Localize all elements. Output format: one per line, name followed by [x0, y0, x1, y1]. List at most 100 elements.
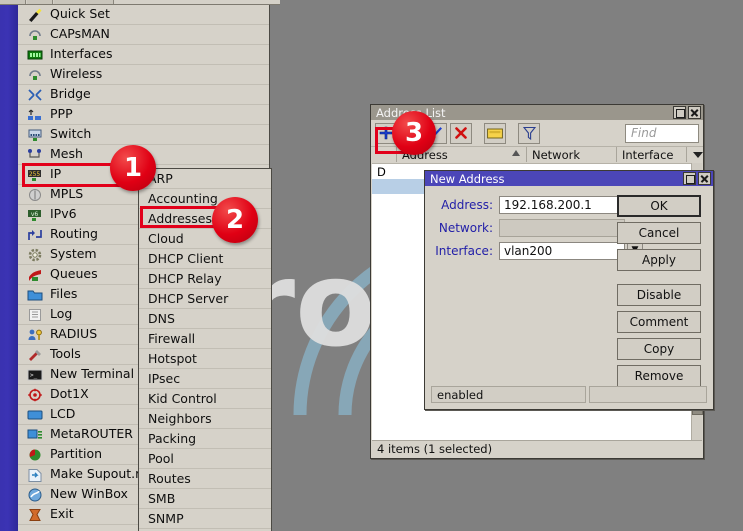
menu-item-wireless[interactable]: Wireless — [18, 65, 269, 85]
network-field-row: Network: — [431, 218, 643, 237]
comment-button[interactable]: Comment — [617, 311, 701, 333]
address-list-status: 4 items (1 selected) — [372, 440, 702, 457]
disable-button[interactable] — [450, 123, 472, 144]
cancel-button[interactable]: Cancel — [617, 222, 701, 244]
menu-item-label: Queues — [50, 268, 98, 281]
column-menu-button[interactable] — [687, 147, 703, 162]
new-winbox-icon — [26, 487, 43, 502]
menu-item-label: CAPsMAN — [50, 28, 110, 41]
ip-submenu-item-snmp[interactable]: SNMP — [139, 509, 271, 529]
menu-item-label: PPP — [50, 108, 73, 121]
ip-submenu-item-label: Firewall — [148, 331, 195, 346]
search-input[interactable]: Find — [625, 124, 699, 143]
ip-submenu-item-neighbors[interactable]: Neighbors — [139, 409, 271, 429]
ip-submenu-item-label: DHCP Server — [148, 291, 228, 306]
routing-icon — [26, 227, 43, 242]
ip-submenu-item-firewall[interactable]: Firewall — [139, 329, 271, 349]
address-value: 192.168.200.1 — [504, 198, 592, 212]
menu-item-label: IP — [50, 168, 61, 181]
ip-submenu-item-pool[interactable]: Pool — [139, 449, 271, 469]
dot1x-icon — [26, 387, 43, 402]
radius-user-icon — [26, 327, 43, 342]
ip-submenu-item-dns[interactable]: DNS — [139, 309, 271, 329]
copy-button[interactable]: Copy — [617, 338, 701, 360]
menu-item-label: Files — [50, 288, 77, 301]
mpls-icon — [26, 187, 43, 202]
interface-value: vlan200 — [504, 244, 552, 258]
svg-text:v6: v6 — [30, 211, 38, 218]
menu-item-label: Quick Set — [50, 8, 110, 21]
ppp-icon — [26, 107, 43, 122]
ip-submenu-item-dhcp-relay[interactable]: DHCP Relay — [139, 269, 271, 289]
status-text: enabled — [437, 388, 483, 402]
ip-submenu-item-label: Kid Control — [148, 391, 217, 406]
menu-item-label: Wireless — [50, 68, 102, 81]
ip-submenu-item-label: Hotspot — [148, 351, 197, 366]
new-address-dialog[interactable]: New Address Address: 192.168.200.1 Netwo… — [424, 170, 714, 410]
new-address-title: New Address — [430, 172, 681, 186]
ip-submenu-item-arp[interactable]: ARP — [139, 169, 271, 189]
disable-button[interactable]: Disable — [617, 284, 701, 306]
ip-submenu-item-label: DHCP Client — [148, 251, 223, 266]
ip-submenu-item-dhcp-server[interactable]: DHCP Server — [139, 289, 271, 309]
network-input[interactable] — [499, 219, 625, 237]
new-address-titlebar[interactable]: New Address — [425, 171, 713, 186]
ip-submenu-item-kid-control[interactable]: Kid Control — [139, 389, 271, 409]
interface-input[interactable]: vlan200 — [499, 242, 625, 260]
close-icon[interactable] — [688, 106, 701, 119]
magic-wand-icon — [26, 7, 43, 22]
menu-item-label: New WinBox — [50, 488, 128, 501]
mesh-icon — [26, 147, 43, 162]
ok-button[interactable]: OK — [617, 195, 701, 217]
ip-submenu-item-dhcp-client[interactable]: DHCP Client — [139, 249, 271, 269]
antenna-icon — [26, 27, 43, 42]
menu-item-ppp[interactable]: PPP — [18, 105, 269, 125]
ip-submenu-item-label: Pool — [148, 451, 174, 466]
interface-field-row: Interface: vlan200 ▼ — [431, 241, 643, 260]
menu-item-capsman[interactable]: CAPsMAN — [18, 25, 269, 45]
network-field-label: Network: — [431, 221, 499, 235]
ip-submenu-item-packing[interactable]: Packing — [139, 429, 271, 449]
column-interface[interactable]: Interface — [617, 147, 687, 162]
address-field-row: Address: 192.168.200.1 — [431, 195, 625, 214]
metarouter-icon — [26, 427, 43, 442]
switch-icon — [26, 127, 43, 142]
apply-button[interactable]: Apply — [617, 249, 701, 271]
new-address-status-secondary — [589, 386, 707, 403]
column-network[interactable]: Network — [527, 147, 617, 162]
menu-item-label: Log — [50, 308, 72, 321]
menu-item-interfaces[interactable]: Interfaces — [18, 45, 269, 65]
column-flags — [371, 147, 397, 162]
menu-item-label: RADIUS — [50, 328, 97, 341]
interfaces-icon — [26, 47, 43, 62]
maximize-icon[interactable] — [683, 172, 696, 185]
winbox-desktop: Foro ISP outerOS WinBox Quick SetCAPsMAN… — [0, 0, 743, 531]
address-field-label: Address: — [431, 198, 499, 212]
address-input[interactable]: 192.168.200.1 — [499, 196, 625, 214]
ip-submenu-item-routes[interactable]: Routes — [139, 469, 271, 489]
annotation-badge-3: 3 — [392, 111, 436, 155]
ip-submenu-item-ipsec[interactable]: IPsec — [139, 369, 271, 389]
comment-button[interactable] — [484, 123, 506, 144]
menu-item-label: Switch — [50, 128, 91, 141]
menu-item-bridge[interactable]: Bridge — [18, 85, 269, 105]
menu-item-switch[interactable]: Switch — [18, 125, 269, 145]
ip-submenu-item-label: DHCP Relay — [148, 271, 222, 286]
annotation-badge-2: 2 — [212, 197, 258, 243]
close-icon[interactable] — [698, 172, 711, 185]
ip-submenu-item-label: Neighbors — [148, 411, 212, 426]
menu-item-label: Make Supout.rif — [50, 468, 148, 481]
terminal-icon: >_ — [26, 367, 43, 382]
menu-item-label: Exit — [50, 508, 74, 521]
winbox-title-strip: outerOS WinBox — [0, 0, 18, 531]
menu-item-quick-set[interactable]: Quick Set — [18, 5, 269, 25]
filter-button[interactable] — [518, 123, 540, 144]
ip-submenu-item-label: Accounting — [148, 191, 218, 206]
ip-submenu-item-smb[interactable]: SMB — [139, 489, 271, 509]
ip-submenu-item-label: Routes — [148, 471, 191, 486]
maximize-icon[interactable] — [673, 106, 686, 119]
ip-submenu-item-hotspot[interactable]: Hotspot — [139, 349, 271, 369]
remove-button[interactable]: Remove — [617, 365, 701, 387]
bridge-icon — [26, 87, 43, 102]
menu-item-label: Dot1X — [50, 388, 89, 401]
